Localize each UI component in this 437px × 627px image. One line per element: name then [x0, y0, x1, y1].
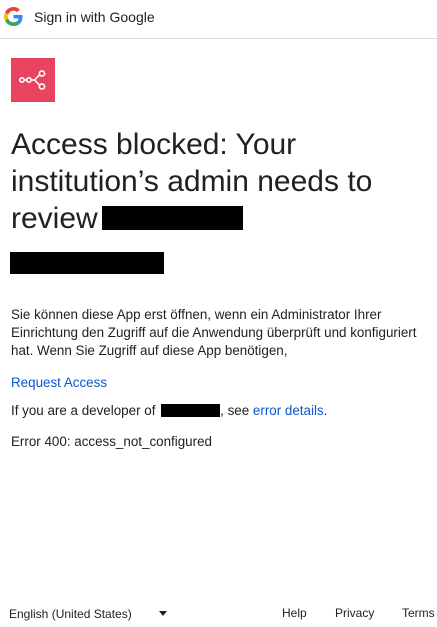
share-nodes-icon — [18, 70, 46, 90]
page-title: Access blocked: Your institution’s admin… — [11, 126, 431, 237]
error-code-text: Error 400: access_not_configured — [11, 434, 212, 449]
description-text: Sie können diese App erst öffnen, wenn e… — [11, 307, 417, 358]
google-g-icon — [4, 7, 23, 26]
dropdown-arrow-icon[interactable] — [159, 611, 167, 616]
footer: English (United States) Help Privacy Ter… — [0, 604, 437, 624]
terms-link[interactable]: Terms — [402, 606, 435, 620]
redacted-developer-app — [161, 403, 221, 417]
header-bar: Sign in with Google — [0, 0, 437, 39]
header-title: Sign in with Google — [34, 9, 155, 25]
developer-prefix-text: If you are a developer of — [11, 403, 156, 418]
request-access-link[interactable]: Request Access — [11, 374, 107, 391]
redacted-app-name — [101, 206, 243, 231]
privacy-link[interactable]: Privacy — [335, 606, 374, 620]
language-label: English (United States) — [9, 607, 132, 621]
app-icon — [11, 58, 55, 102]
help-link[interactable]: Help — [282, 606, 307, 620]
developer-suffix-text: . — [323, 403, 328, 418]
sign-in-page: Sign in with Google Access blocked: Your… — [0, 0, 437, 627]
error-details-link[interactable]: error details — [253, 403, 324, 418]
language-selector[interactable]: English (United States) — [9, 604, 132, 624]
redacted-app-subtitle — [10, 252, 164, 274]
developer-middle-text: , see — [220, 403, 250, 418]
developer-info-line: If you are a developer of , see error de… — [11, 402, 431, 419]
